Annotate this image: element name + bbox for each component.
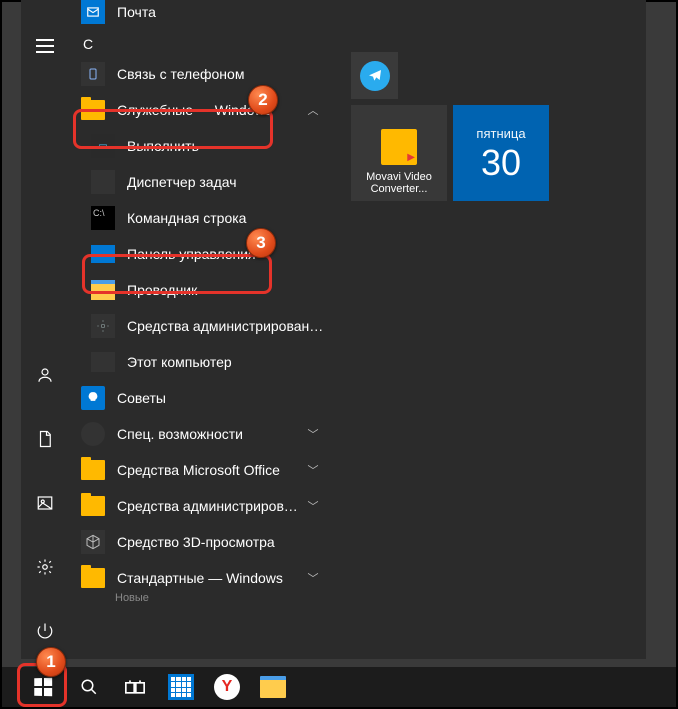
pictures-button[interactable]: [25, 483, 65, 523]
new-label: Новые: [69, 592, 327, 604]
letter-header[interactable]: С: [69, 30, 327, 56]
folder-accessories[interactable]: Стандартные — Windows ﹀: [69, 560, 327, 596]
document-icon: [36, 430, 54, 448]
badge-1: 1: [36, 647, 66, 677]
folder-icon: [81, 100, 105, 120]
app-phone-link[interactable]: Связь с телефоном: [69, 56, 327, 92]
app-label: Диспетчер задач: [127, 174, 327, 190]
yandex-icon: Y: [214, 674, 240, 700]
taskbar: Y: [2, 667, 676, 707]
folder-icon: [260, 676, 286, 698]
gear-icon: [36, 558, 54, 576]
folder-ease-of-access[interactable]: Спец. возможности ﹀: [69, 416, 327, 452]
app-task-manager[interactable]: Диспетчер задач: [69, 164, 327, 200]
search-icon: [80, 678, 98, 696]
taskview-icon: [125, 679, 145, 695]
tb-yandex[interactable]: Y: [204, 667, 250, 707]
app-list: Почта С Связь с телефоном Служебные — Wi…: [69, 0, 327, 659]
mail-icon: [81, 0, 105, 24]
chevron-down-icon: ﹀: [299, 462, 327, 478]
taskmgr-icon: [91, 170, 115, 194]
folder-icon: [81, 568, 105, 588]
folder-system-tools[interactable]: Служебные — Windows ︿: [69, 92, 327, 128]
windows-icon: [34, 678, 52, 696]
start-menu: Почта С Связь с телефоном Служебные — Wi…: [21, 0, 646, 659]
chevron-down-icon: ﹀: [299, 498, 327, 514]
admin-icon: [91, 314, 115, 338]
app-control-panel[interactable]: Панель управления: [69, 236, 327, 272]
user-icon: [36, 366, 54, 384]
pc-icon: [91, 352, 115, 372]
power-icon: [36, 622, 54, 640]
app-tips[interactable]: Советы: [69, 380, 327, 416]
folder-admin-tools[interactable]: Средства администрирования... ﹀: [69, 488, 327, 524]
start-rail: [21, 0, 69, 659]
taskview-button[interactable]: [112, 667, 158, 707]
calendar-date: 30: [481, 145, 521, 181]
explorer-icon: [91, 280, 115, 300]
app-label: Почта: [117, 4, 327, 20]
app-admin-tools[interactable]: Средства администрирования Wi...: [69, 308, 327, 344]
folder-ms-office[interactable]: Средства Microsoft Office ﹀: [69, 452, 327, 488]
movavi-icon: [381, 129, 417, 165]
app-label: Средство 3D-просмотра: [117, 534, 327, 550]
app-label: Средства администрирования Wi...: [127, 318, 327, 334]
documents-button[interactable]: [25, 419, 65, 459]
chevron-down-icon: ﹀: [299, 426, 327, 442]
search-button[interactable]: [66, 667, 112, 707]
picture-icon: [36, 494, 54, 512]
hamburger-icon: [36, 39, 54, 53]
app-label: Проводник: [127, 282, 327, 298]
power-button[interactable]: [25, 611, 65, 651]
app-3d-viewer[interactable]: Средство 3D-просмотра: [69, 524, 327, 560]
app-this-pc[interactable]: Этот компьютер: [69, 344, 327, 380]
tiles-area: Movavi Video Converter... пятница 30: [327, 0, 646, 659]
tile-label: Movavi Video Converter...: [357, 171, 441, 195]
badge-2: 2: [248, 85, 278, 115]
phone-icon: [81, 62, 105, 86]
app-label: Средства администрирования...: [117, 498, 299, 514]
cmd-icon: C:\: [91, 206, 115, 230]
app-run[interactable]: ▭ Выполнить: [69, 128, 327, 164]
tb-calendar[interactable]: [158, 667, 204, 707]
telegram-icon: [360, 61, 390, 91]
account-button[interactable]: [25, 355, 65, 395]
app-label: Связь с телефоном: [117, 66, 327, 82]
app-label: Панель управления: [127, 246, 327, 262]
settings-button[interactable]: [25, 547, 65, 587]
app-label: Спец. возможности: [117, 426, 299, 442]
tile-movavi[interactable]: Movavi Video Converter...: [351, 105, 447, 201]
app-label: Командная строка: [127, 210, 327, 226]
tb-explorer[interactable]: [250, 667, 296, 707]
app-label: Стандартные — Windows: [117, 570, 299, 586]
calendar-icon: [168, 674, 194, 700]
chevron-down-icon: ﹀: [299, 570, 327, 586]
app-cmd[interactable]: C:\ Командная строка: [69, 200, 327, 236]
chevron-up-icon: ︿: [299, 102, 327, 118]
folder-icon: [81, 460, 105, 480]
run-icon: ▭: [91, 134, 115, 158]
app-label: Средства Microsoft Office: [117, 462, 299, 478]
app-label: Советы: [117, 390, 327, 406]
app-label: Этот компьютер: [127, 354, 327, 370]
ease-icon: [81, 422, 105, 446]
calendar-day: пятница: [476, 126, 525, 141]
app-explorer[interactable]: Проводник: [69, 272, 327, 308]
tile-calendar[interactable]: пятница 30: [453, 105, 549, 201]
app-label: Выполнить: [127, 138, 327, 154]
tile-telegram[interactable]: [351, 52, 398, 99]
hamburger-button[interactable]: [25, 26, 65, 66]
app-mail[interactable]: Почта: [69, 0, 327, 30]
tips-icon: [81, 386, 105, 410]
control-panel-icon: [91, 245, 115, 263]
folder-icon: [81, 496, 105, 516]
badge-3: 3: [246, 228, 276, 258]
cube-icon: [81, 530, 105, 554]
